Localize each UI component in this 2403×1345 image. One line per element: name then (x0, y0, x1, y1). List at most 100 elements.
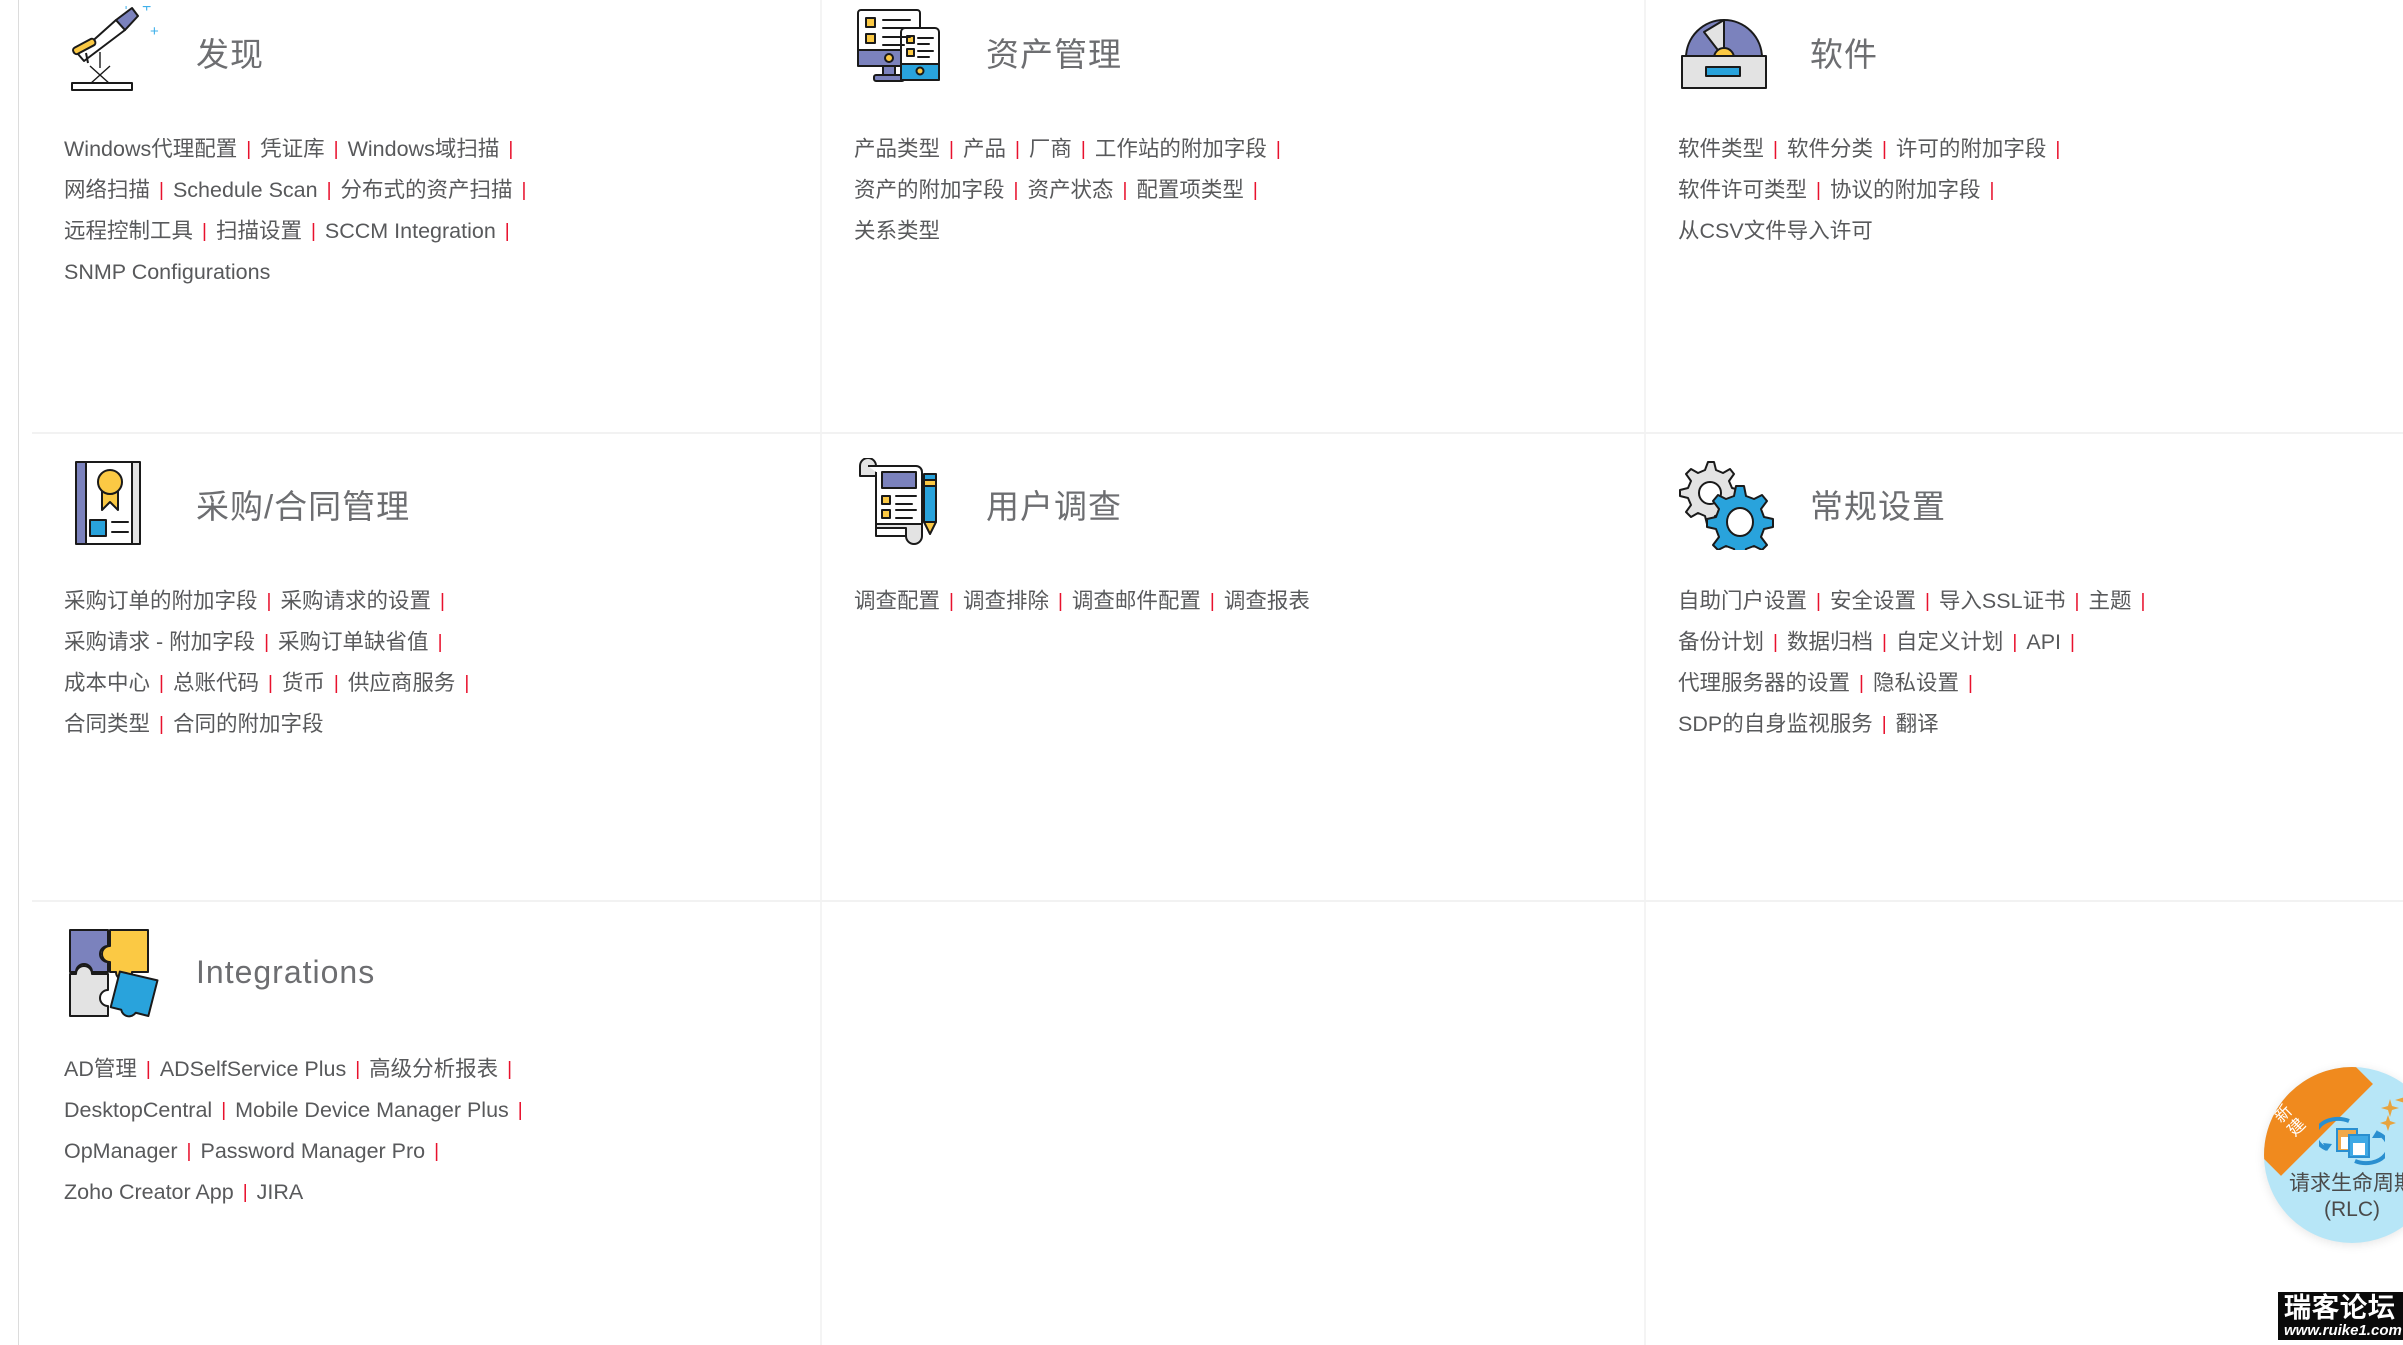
link-separator: | (1816, 591, 1821, 612)
card-link[interactable]: 工作站的附加字段 (1095, 137, 1267, 161)
card-link[interactable]: 远程控制工具 (64, 219, 193, 243)
link-separator: | (267, 673, 273, 694)
card-link[interactable]: SDP的自身监视服务 (1678, 712, 1873, 736)
svg-text:+: + (122, 6, 130, 13)
card-link[interactable]: 数据归档 (1787, 630, 1873, 654)
card-link[interactable]: 凭证库 (260, 137, 325, 161)
link-separator: | (1057, 591, 1063, 612)
card-links: 调查配置 | 调查排除 | 调查邮件配置 | 调查报表 (854, 582, 1554, 623)
card-link[interactable]: 产品类型 (854, 137, 940, 161)
card-link[interactable]: 软件分类 (1787, 137, 1873, 161)
card-link[interactable]: 采购订单缺省值 (278, 630, 429, 654)
link-separator: | (1816, 180, 1821, 201)
card-link[interactable]: SCCM Integration (325, 219, 496, 243)
card-row-1: + + + 发现 Windows代理配置 | 凭证库 | Windows域扫描 | 网络扫描… (32, 0, 2403, 434)
card-title: 采购/合同管理 (196, 488, 411, 525)
card-link[interactable]: 调查排除 (963, 589, 1049, 613)
link-separator: | (434, 1141, 440, 1162)
card-title: 发现 (196, 36, 264, 73)
card-link[interactable]: 货币 (282, 671, 325, 695)
link-separator: | (202, 221, 207, 242)
card-link[interactable]: AD管理 (64, 1057, 137, 1081)
link-separator: | (1881, 139, 1887, 160)
link-separator: | (266, 591, 272, 612)
card-links: 自助门户设置 | 安全设置 | 导入SSL证书 | 主题 | 备份计划 | 数据归档 | 自定义计划 | A… (1678, 582, 2373, 746)
card-link[interactable]: 协议的附加字段 (1830, 178, 1981, 202)
card-link[interactable]: 调查配置 (854, 589, 940, 613)
card-link[interactable]: 导入SSL证书 (1939, 589, 2066, 613)
card-link[interactable]: 代理服务器的设置 (1678, 671, 1850, 695)
card-link[interactable]: 分布式的资产扫描 (341, 178, 513, 202)
card-link[interactable]: ADSelfService Plus (160, 1057, 346, 1081)
gears-icon (1678, 458, 1778, 550)
card-link[interactable]: OpManager (64, 1139, 178, 1163)
card-link[interactable]: 网络扫描 (64, 178, 150, 202)
card-link[interactable]: 供应商服务 (348, 671, 456, 695)
link-separator: | (1014, 139, 1020, 160)
card-link[interactable]: 从CSV文件导入许可 (1678, 219, 1873, 243)
card-link[interactable]: 资产状态 (1027, 178, 1113, 202)
card-link[interactable]: SNMP Configurations (64, 260, 270, 284)
card-link[interactable]: 许可的附加字段 (1896, 137, 2047, 161)
card-link[interactable]: 成本中心 (64, 671, 150, 695)
card-link[interactable]: Windows域扫描 (348, 137, 500, 161)
card-discovery: + + + 发现 Windows代理配置|凭证库|Windows域扫描|网络扫描… (32, 0, 820, 432)
card-link[interactable]: Password Manager Pro (200, 1139, 425, 1163)
card-header: Integrations (64, 920, 790, 1024)
card-links: 采购订单的附加字段 | 采购请求的设置 | 采购请求 - 附加字段 | 采购订单缺省值 | 成本… (64, 582, 764, 746)
card-general-settings: 常规设置 自助门户设置 | 安全设置 | 导入SSL证书 | 主题 | 备份计划 | 数据归档 | 自定… (1644, 434, 2403, 900)
link-separator: | (949, 591, 954, 612)
card-link[interactable]: JIRA (257, 1180, 304, 1204)
link-separator: | (333, 673, 339, 694)
card-link[interactable]: DesktopCentral (64, 1098, 212, 1122)
card-link[interactable]: 自定义计划 (1896, 630, 2004, 654)
card-link[interactable]: 备份计划 (1678, 630, 1764, 654)
card-title: Integrations (196, 953, 376, 990)
card-link[interactable]: 自助门户设置 (1678, 589, 1807, 613)
lifecycle-icon (2319, 1116, 2385, 1166)
card-link[interactable]: Mobile Device Manager Plus (235, 1098, 509, 1122)
link-separator: | (437, 632, 443, 653)
card-link[interactable]: 软件类型 (1678, 137, 1764, 161)
card-link[interactable]: 总账代码 (173, 671, 259, 695)
link-separator: | (1989, 180, 1995, 201)
card-link[interactable]: 厂商 (1029, 137, 1072, 161)
card-link[interactable]: 采购订单的附加字段 (64, 589, 258, 613)
card-link[interactable]: 主题 (2088, 589, 2131, 613)
card-title: 用户调查 (986, 488, 1122, 525)
link-separator: | (1773, 139, 1778, 160)
card-link[interactable]: 安全设置 (1830, 589, 1916, 613)
link-separator: | (333, 139, 339, 160)
link-separator: | (186, 1141, 192, 1162)
link-separator: | (145, 1059, 151, 1080)
card-link[interactable]: 翻译 (1896, 712, 1939, 736)
card-link[interactable]: 软件许可类型 (1678, 178, 1807, 202)
watermark-url: www.ruike1.com (2284, 1322, 2402, 1339)
page-left-rail (18, 0, 19, 1345)
card-link[interactable]: Zoho Creator App (64, 1180, 234, 1204)
watermark-title: 瑞客论坛 (2284, 1293, 2396, 1323)
card-link[interactable]: 隐私设置 (1873, 671, 1959, 695)
link-separator: | (1967, 673, 1973, 694)
card-link[interactable]: 配置项类型 (1136, 178, 1244, 202)
card-link[interactable]: 关系类型 (854, 219, 940, 243)
card-link[interactable]: 高级分析报表 (369, 1057, 498, 1081)
telescope-icon: + + + (64, 6, 164, 98)
card-link[interactable]: 合同类型 (64, 712, 150, 736)
card-link[interactable]: 采购请求的设置 (280, 589, 431, 613)
link-separator: | (221, 1100, 227, 1121)
link-separator: | (1881, 714, 1887, 735)
card-link[interactable]: 调查邮件配置 (1072, 589, 1201, 613)
link-separator: | (517, 1100, 523, 1121)
card-link[interactable]: 采购请求 - 附加字段 (64, 630, 255, 654)
card-link[interactable]: Windows代理配置 (64, 137, 237, 161)
card-link[interactable]: 合同的附加字段 (173, 712, 324, 736)
link-separator: | (1275, 139, 1281, 160)
card-link[interactable]: 产品 (963, 137, 1006, 161)
card-link[interactable]: 调查报表 (1224, 589, 1310, 613)
card-link[interactable]: 扫描设置 (216, 219, 302, 243)
request-life-cycle-badge[interactable]: 新建 请求生命周期 (RLC) (2264, 1067, 2403, 1243)
card-link[interactable]: Schedule Scan (173, 178, 318, 202)
card-link[interactable]: API (2026, 630, 2061, 654)
card-link[interactable]: 资产的附加字段 (854, 178, 1005, 202)
